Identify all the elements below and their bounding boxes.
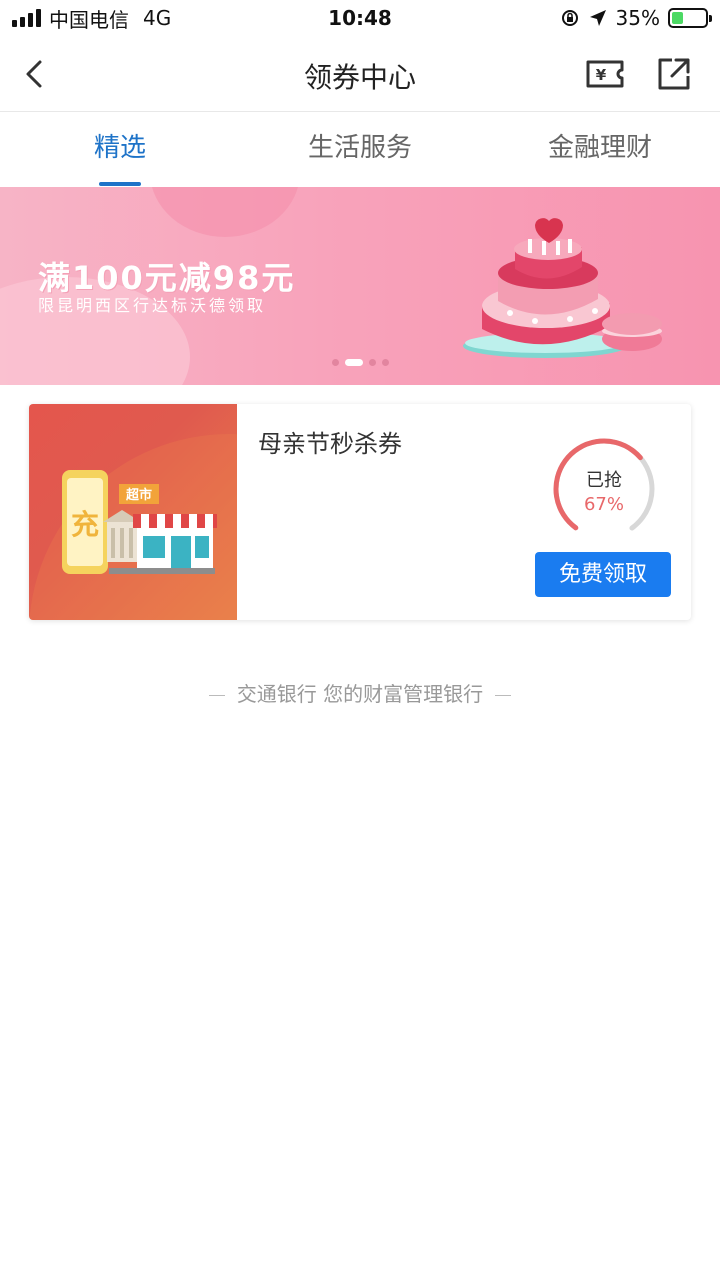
supermarket-illustration: 充 超市 xyxy=(29,434,237,620)
footer-slogan-row: 交通银行 您的财富管理银行 xyxy=(0,678,720,707)
tab-featured[interactable]: 精选 xyxy=(0,112,240,187)
banner-decoration xyxy=(150,187,300,237)
promo-banner[interactable]: 满100元减98元 限昆明西区行达标沃德领取 xyxy=(0,187,720,385)
cake-illustration xyxy=(463,218,662,358)
footer-slogan: 交通银行 您的财富管理银行 xyxy=(236,682,484,706)
divider-right xyxy=(495,695,512,696)
carousel-dots xyxy=(0,359,720,366)
coupon-image: 充 超市 xyxy=(29,404,237,620)
battery-percent: 35% xyxy=(615,6,660,30)
yen-symbol: ¥ xyxy=(596,66,607,84)
location-arrow-icon xyxy=(589,10,606,26)
divider-left xyxy=(208,695,225,696)
coupon-title: 母亲节秒杀券 xyxy=(258,430,402,458)
coupon-card[interactable]: 充 超市 母亲节秒杀券 已抢 67% 免费领取 xyxy=(29,404,691,620)
status-right: 35% xyxy=(560,6,712,30)
claim-free-button[interactable]: 免费领取 xyxy=(535,552,671,597)
market-sign-text: 超市 xyxy=(126,487,152,503)
progress-percent: 67% xyxy=(583,494,624,515)
nav-bar: 领券中心 ¥ xyxy=(0,36,720,112)
recharge-char: 充 xyxy=(71,508,99,541)
battery-level xyxy=(672,12,684,24)
tab-life-services[interactable]: 生活服务 xyxy=(240,112,480,187)
carousel-dot[interactable] xyxy=(331,359,339,366)
coupon-wallet-button[interactable]: ¥ xyxy=(584,54,626,94)
carousel-dot-active[interactable] xyxy=(344,359,363,366)
carousel-dot[interactable] xyxy=(381,359,389,366)
banner-subtitle: 限昆明西区行达标沃德领取 xyxy=(38,296,267,315)
battery-icon xyxy=(668,8,712,28)
share-out-icon[interactable] xyxy=(654,54,694,94)
status-bar: 中国电信 4G 10:48 35% xyxy=(0,0,720,36)
active-tab-indicator xyxy=(99,182,141,186)
tab-finance[interactable]: 金融理财 xyxy=(480,112,720,187)
category-tabs: 精选 生活服务 金融理财 xyxy=(0,112,720,187)
rotation-lock-icon xyxy=(561,10,578,26)
carousel-dot[interactable] xyxy=(368,359,376,366)
progress-label: 已抢 xyxy=(586,470,622,491)
yen-ticket-icon: ¥ xyxy=(586,60,624,88)
